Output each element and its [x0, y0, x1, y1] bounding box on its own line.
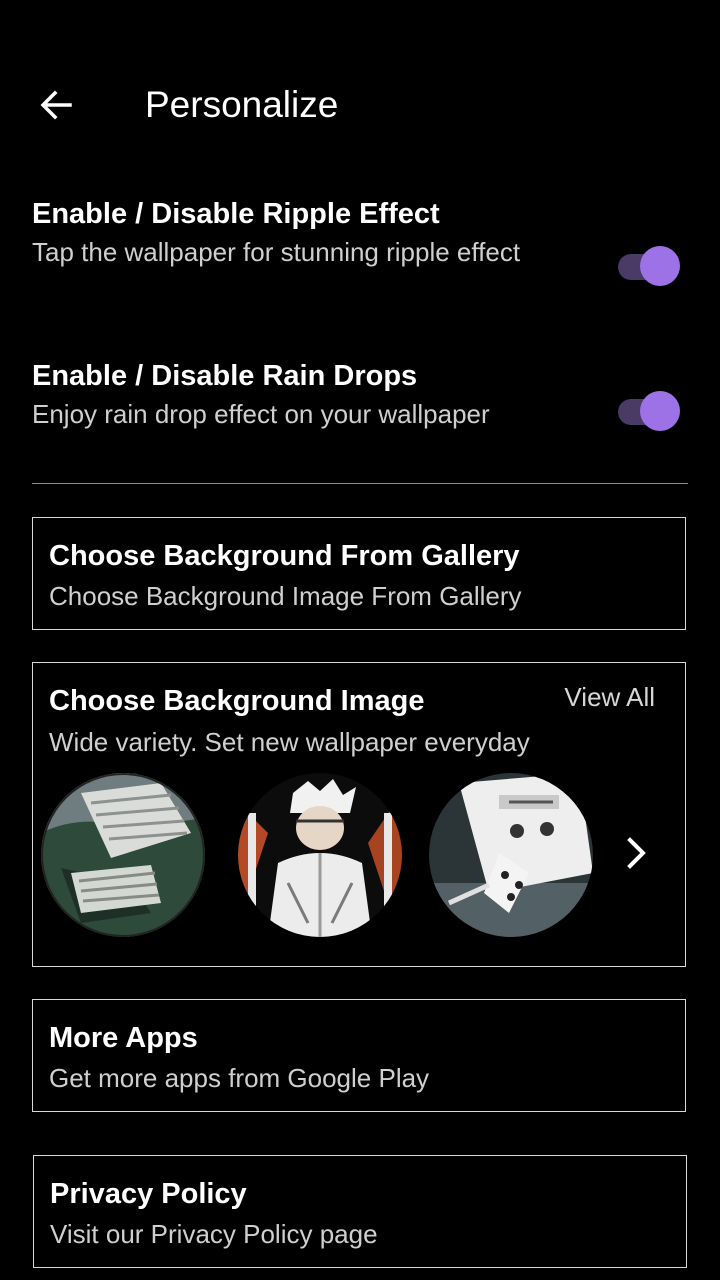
card-title: Choose Background Image: [49, 685, 425, 717]
chevron-right-icon: [627, 837, 646, 869]
rain-drops-toggle[interactable]: [616, 389, 680, 433]
section-divider: [32, 483, 688, 484]
wallpaper-thumbnail[interactable]: [238, 773, 402, 937]
toggle-thumb: [640, 391, 680, 431]
privacy-policy-card[interactable]: Privacy Policy Visit our Privacy Policy …: [33, 1155, 687, 1268]
card-description: Get more apps from Google Play: [49, 1063, 430, 1093]
more-apps-card[interactable]: More Apps Get more apps from Google Play: [32, 999, 686, 1112]
top-app-bar: Personalize: [0, 60, 720, 150]
setting-ripple-effect: Enable / Disable Ripple Effect Tap the w…: [32, 196, 688, 308]
toggle-thumb: [640, 246, 680, 286]
choose-background-image-card: Choose Background Image View All Wide va…: [32, 662, 686, 967]
setting-title: Enable / Disable Rain Drops: [32, 360, 418, 392]
setting-description: Tap the wallpaper for stunning ripple ef…: [32, 237, 521, 267]
card-title: More Apps: [49, 1022, 198, 1054]
next-button[interactable]: [619, 833, 655, 873]
card-description: Wide variety. Set new wallpaper everyday: [49, 727, 530, 757]
setting-description: Enjoy rain drop effect on your wallpaper: [32, 399, 490, 429]
arrow-left-icon: [40, 90, 72, 120]
ripple-effect-toggle[interactable]: [616, 244, 680, 288]
setting-title: Enable / Disable Ripple Effect: [32, 198, 440, 230]
card-description: Choose Background Image From Gallery: [49, 581, 522, 611]
card-description: Visit our Privacy Policy page: [50, 1219, 378, 1249]
page-title: Personalize: [145, 84, 339, 125]
wallpaper-thumbnail[interactable]: [429, 773, 593, 937]
card-title: Privacy Policy: [50, 1178, 247, 1210]
setting-rain-drops: Enable / Disable Rain Drops Enjoy rain d…: [32, 358, 688, 438]
back-button[interactable]: [30, 82, 82, 128]
choose-from-gallery-card[interactable]: Choose Background From Gallery Choose Ba…: [32, 517, 686, 630]
card-title: Choose Background From Gallery: [49, 540, 520, 572]
view-all-link[interactable]: View All: [564, 681, 655, 713]
wallpaper-thumbnail[interactable]: [41, 773, 205, 937]
